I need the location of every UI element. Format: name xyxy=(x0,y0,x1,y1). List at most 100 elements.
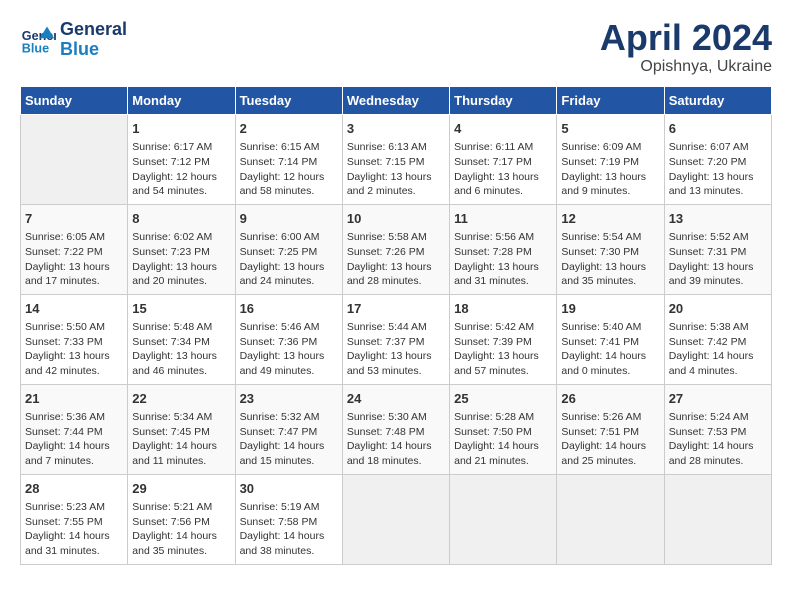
day-number: 29 xyxy=(132,480,230,498)
logo-text: General Blue xyxy=(60,20,127,60)
week-row-1: 1 Sunrise: 6:17 AM Sunset: 7:12 PM Daylig… xyxy=(21,115,772,205)
header-cell-thursday: Thursday xyxy=(450,87,557,115)
calendar-cell: 18Sunrise: 5:42 AM Sunset: 7:39 PM Dayli… xyxy=(450,294,557,384)
calendar-cell xyxy=(450,474,557,564)
cell-content: Sunrise: 5:24 AM Sunset: 7:53 PM Dayligh… xyxy=(669,410,767,469)
calendar-cell: 22 Sunrise: 5:34 AM Sunset: 7:45 PM Dayli… xyxy=(128,384,235,474)
calendar-cell: 17Sunrise: 5:44 AM Sunset: 7:37 PM Dayli… xyxy=(342,294,449,384)
day-number: 5 xyxy=(561,120,659,138)
calendar-cell: 6 Sunrise: 6:07 AM Sunset: 7:20 PM Daylig… xyxy=(664,115,771,205)
day-number: 7 xyxy=(25,210,123,228)
logo: General Blue General Blue xyxy=(20,20,127,60)
cell-content: Sunrise: 5:19 AM Sunset: 7:58 PM Dayligh… xyxy=(240,500,338,559)
calendar-cell: 2 Sunrise: 6:15 AM Sunset: 7:14 PM Daylig… xyxy=(235,115,342,205)
calendar-cell: 20Sunrise: 5:38 AM Sunset: 7:42 PM Dayli… xyxy=(664,294,771,384)
week-row-5: 28 Sunrise: 5:23 AM Sunset: 7:55 PM Dayli… xyxy=(21,474,772,564)
day-number: 1 xyxy=(132,120,230,138)
cell-content: Sunrise: 6:07 AM Sunset: 7:20 PM Dayligh… xyxy=(669,140,767,199)
cell-content: Sunrise: 6:02 AM Sunset: 7:23 PM Dayligh… xyxy=(132,230,230,289)
cell-content: Sunrise: 5:21 AM Sunset: 7:56 PM Dayligh… xyxy=(132,500,230,559)
calendar-cell: 15 Sunrise: 5:48 AM Sunset: 7:34 PM Dayli… xyxy=(128,294,235,384)
calendar-cell: 9Sunrise: 6:00 AM Sunset: 7:25 PM Daylig… xyxy=(235,204,342,294)
calendar-cell: 30Sunrise: 5:19 AM Sunset: 7:58 PM Dayli… xyxy=(235,474,342,564)
day-number: 3 xyxy=(347,120,445,138)
day-number: 23 xyxy=(240,390,338,408)
calendar-cell: 21 Sunrise: 5:36 AM Sunset: 7:44 PM Dayli… xyxy=(21,384,128,474)
day-number: 15 xyxy=(132,300,230,318)
cell-content: Sunrise: 5:28 AM Sunset: 7:50 PM Dayligh… xyxy=(454,410,552,469)
page-header: General Blue General Blue April 2024 Opi… xyxy=(20,20,772,76)
calendar-table: SundayMondayTuesdayWednesdayThursdayFrid… xyxy=(20,86,772,565)
week-row-3: 14 Sunrise: 5:50 AM Sunset: 7:33 PM Dayli… xyxy=(21,294,772,384)
calendar-cell: 14 Sunrise: 5:50 AM Sunset: 7:33 PM Dayli… xyxy=(21,294,128,384)
calendar-cell: 23 Sunrise: 5:32 AM Sunset: 7:47 PM Dayli… xyxy=(235,384,342,474)
calendar-cell xyxy=(342,474,449,564)
day-number: 19 xyxy=(561,300,659,318)
cell-content: Sunrise: 5:23 AM Sunset: 7:55 PM Dayligh… xyxy=(25,500,123,559)
cell-content: Sunrise: 6:13 AM Sunset: 7:15 PM Dayligh… xyxy=(347,140,445,199)
cell-content: Sunrise: 5:26 AM Sunset: 7:51 PM Dayligh… xyxy=(561,410,659,469)
header-cell-monday: Monday xyxy=(128,87,235,115)
header-cell-sunday: Sunday xyxy=(21,87,128,115)
day-number: 14 xyxy=(25,300,123,318)
day-number: 11 xyxy=(454,210,552,228)
calendar-header: SundayMondayTuesdayWednesdayThursdayFrid… xyxy=(21,87,772,115)
calendar-cell: 10 Sunrise: 5:58 AM Sunset: 7:26 PM Dayli… xyxy=(342,204,449,294)
day-number: 24 xyxy=(347,390,445,408)
calendar-cell: 1 Sunrise: 6:17 AM Sunset: 7:12 PM Daylig… xyxy=(128,115,235,205)
cell-content: Sunrise: 5:58 AM Sunset: 7:26 PM Dayligh… xyxy=(347,230,445,289)
day-number: 20 xyxy=(669,300,767,318)
calendar-cell: 26 Sunrise: 5:26 AM Sunset: 7:51 PM Dayli… xyxy=(557,384,664,474)
day-number: 16 xyxy=(240,300,338,318)
day-number: 6 xyxy=(669,120,767,138)
day-number: 22 xyxy=(132,390,230,408)
cell-content: Sunrise: 5:32 AM Sunset: 7:47 PM Dayligh… xyxy=(240,410,338,469)
calendar-cell: 28 Sunrise: 5:23 AM Sunset: 7:55 PM Dayli… xyxy=(21,474,128,564)
cell-content: Sunrise: 5:40 AM Sunset: 7:41 PM Dayligh… xyxy=(561,320,659,379)
day-number: 12 xyxy=(561,210,659,228)
calendar-cell: 25 Sunrise: 5:28 AM Sunset: 7:50 PM Dayli… xyxy=(450,384,557,474)
cell-content: Sunrise: 5:36 AM Sunset: 7:44 PM Dayligh… xyxy=(25,410,123,469)
day-number: 9 xyxy=(240,210,338,228)
cell-content: Sunrise: 5:46 AM Sunset: 7:36 PM Dayligh… xyxy=(240,320,338,379)
cell-content: Sunrise: 5:44 AM Sunset: 7:37 PM Dayligh… xyxy=(347,320,445,379)
calendar-cell: 24Sunrise: 5:30 AM Sunset: 7:48 PM Dayli… xyxy=(342,384,449,474)
day-number: 2 xyxy=(240,120,338,138)
cell-content: Sunrise: 5:34 AM Sunset: 7:45 PM Dayligh… xyxy=(132,410,230,469)
week-row-2: 7Sunrise: 6:05 AM Sunset: 7:22 PM Daylig… xyxy=(21,204,772,294)
logo-icon: General Blue xyxy=(20,22,56,58)
day-number: 26 xyxy=(561,390,659,408)
cell-content: Sunrise: 5:54 AM Sunset: 7:30 PM Dayligh… xyxy=(561,230,659,289)
day-number: 21 xyxy=(25,390,123,408)
day-number: 4 xyxy=(454,120,552,138)
cell-content: Sunrise: 5:48 AM Sunset: 7:34 PM Dayligh… xyxy=(132,320,230,379)
day-number: 28 xyxy=(25,480,123,498)
cell-content: Sunrise: 6:17 AM Sunset: 7:12 PM Dayligh… xyxy=(132,140,230,199)
calendar-cell: 5 Sunrise: 6:09 AM Sunset: 7:19 PM Daylig… xyxy=(557,115,664,205)
cell-content: Sunrise: 6:15 AM Sunset: 7:14 PM Dayligh… xyxy=(240,140,338,199)
calendar-cell: 7Sunrise: 6:05 AM Sunset: 7:22 PM Daylig… xyxy=(21,204,128,294)
header-cell-friday: Friday xyxy=(557,87,664,115)
month-title: April 2024 xyxy=(600,20,772,56)
cell-content: Sunrise: 5:50 AM Sunset: 7:33 PM Dayligh… xyxy=(25,320,123,379)
header-cell-wednesday: Wednesday xyxy=(342,87,449,115)
svg-text:Blue: Blue xyxy=(22,41,49,55)
calendar-cell: 4Sunrise: 6:11 AM Sunset: 7:17 PM Daylig… xyxy=(450,115,557,205)
day-number: 27 xyxy=(669,390,767,408)
day-number: 13 xyxy=(669,210,767,228)
calendar-cell: 27 Sunrise: 5:24 AM Sunset: 7:53 PM Dayli… xyxy=(664,384,771,474)
calendar-cell xyxy=(664,474,771,564)
location-subtitle: Opishnya, Ukraine xyxy=(600,58,772,76)
cell-content: Sunrise: 5:52 AM Sunset: 7:31 PM Dayligh… xyxy=(669,230,767,289)
calendar-cell: 29 Sunrise: 5:21 AM Sunset: 7:56 PM Dayli… xyxy=(128,474,235,564)
calendar-cell: 3 Sunrise: 6:13 AM Sunset: 7:15 PM Daylig… xyxy=(342,115,449,205)
day-number: 8 xyxy=(132,210,230,228)
cell-content: Sunrise: 5:56 AM Sunset: 7:28 PM Dayligh… xyxy=(454,230,552,289)
day-number: 10 xyxy=(347,210,445,228)
calendar-cell: 8 Sunrise: 6:02 AM Sunset: 7:23 PM Daylig… xyxy=(128,204,235,294)
title-area: April 2024 Opishnya, Ukraine xyxy=(600,20,772,76)
calendar-cell: 16 Sunrise: 5:46 AM Sunset: 7:36 PM Dayli… xyxy=(235,294,342,384)
cell-content: Sunrise: 6:09 AM Sunset: 7:19 PM Dayligh… xyxy=(561,140,659,199)
day-number: 25 xyxy=(454,390,552,408)
calendar-cell: 19 Sunrise: 5:40 AM Sunset: 7:41 PM Dayli… xyxy=(557,294,664,384)
